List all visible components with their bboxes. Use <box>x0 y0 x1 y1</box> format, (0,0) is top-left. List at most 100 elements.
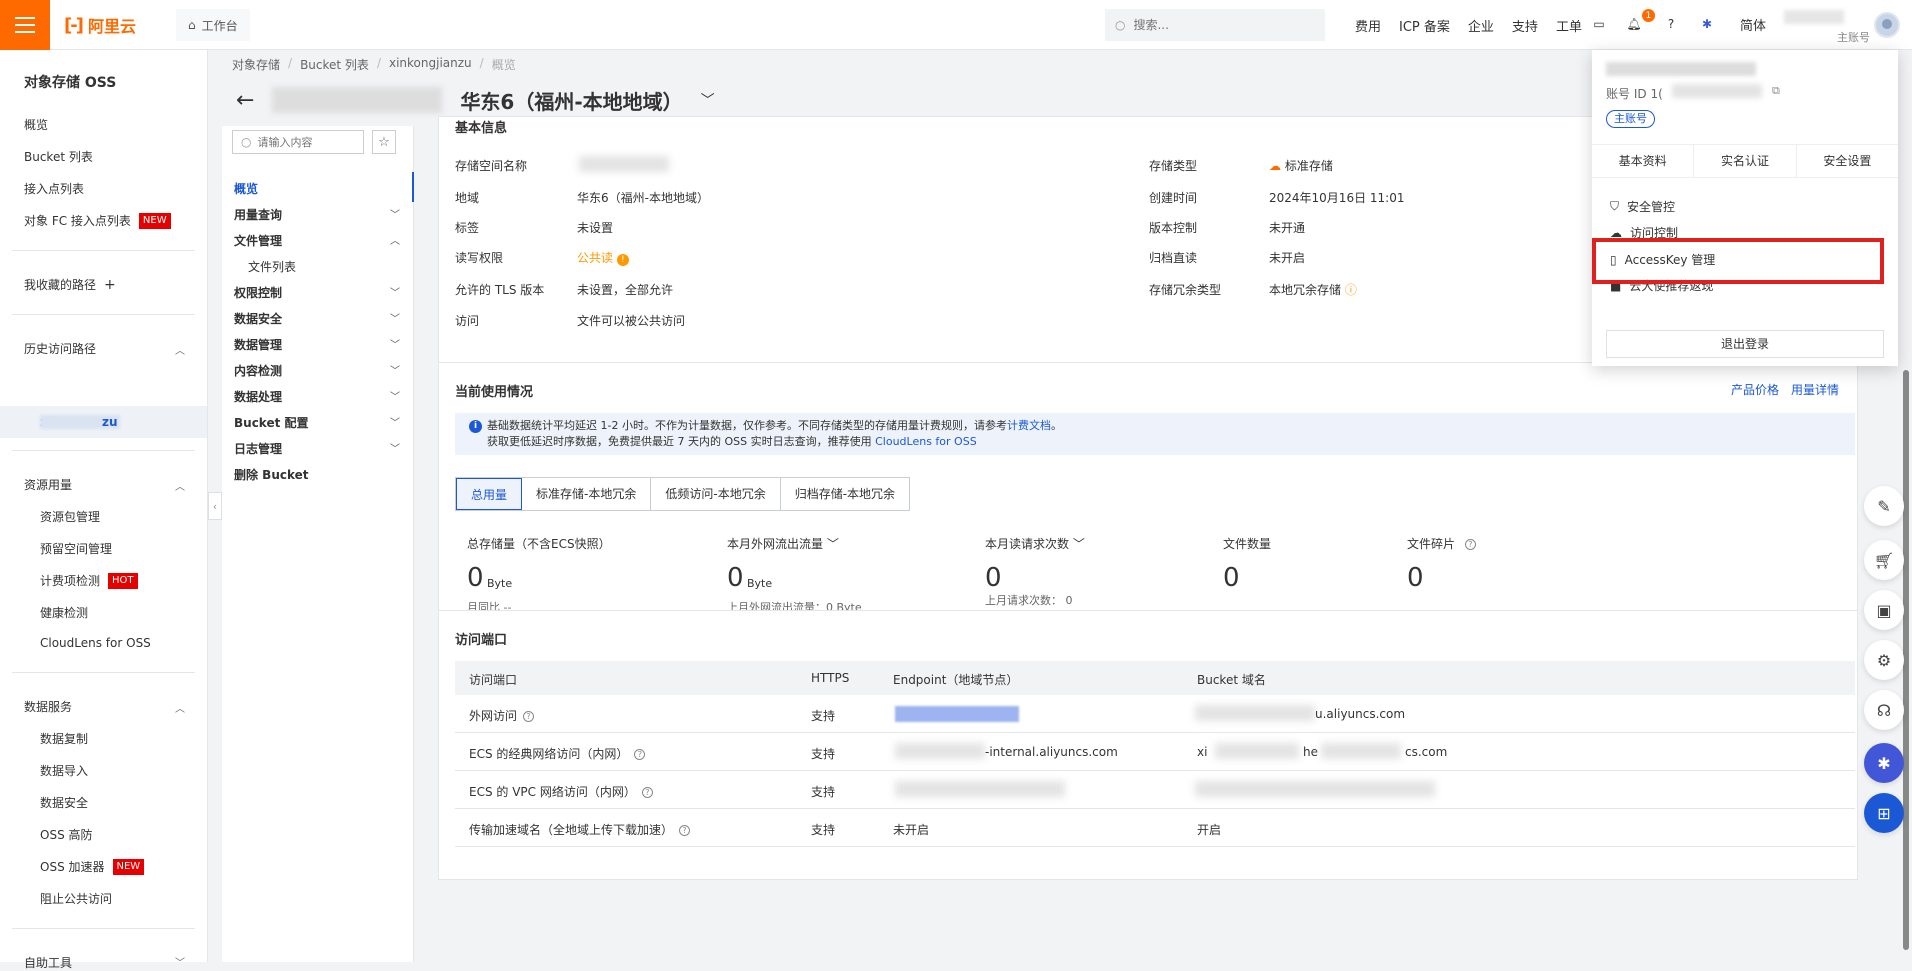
tab-standard[interactable]: 标准存储-本地冗余 <box>522 478 652 510</box>
breadcrumb-bucket[interactable]: xinkongjianzu <box>389 56 472 73</box>
sidebar-item-cloudlens[interactable]: CloudLens for OSS <box>40 636 151 650</box>
settings-icon[interactable]: ⚙ <box>1864 640 1904 680</box>
chevron-down-icon[interactable]: ﹀ <box>390 414 400 429</box>
bucket-menu-data-security[interactable]: 数据安全 <box>234 310 282 327</box>
breadcrumb-oss[interactable]: 对象存储 <box>232 56 280 73</box>
star-icon[interactable]: ☆ <box>372 130 396 154</box>
group-history[interactable]: 历史访问路径 <box>24 340 96 357</box>
menu-icon[interactable] <box>0 0 50 50</box>
back-arrow-icon[interactable]: ← <box>236 88 254 113</box>
cloudlens-link[interactable]: CloudLens for OSS <box>875 435 977 448</box>
usage-detail-link[interactable]: 用量详情 <box>1791 381 1839 398</box>
sidebar-item-reserved-space[interactable]: 预留空间管理 <box>40 540 112 557</box>
menu-security-control[interactable]: ⛉ 安全管控 <box>1610 198 1675 215</box>
question-icon[interactable]: ? <box>641 787 653 798</box>
chevron-down-icon[interactable]: ﹀ <box>1073 537 1085 551</box>
sidebar-item-access-points[interactable]: 接入点列表 <box>24 180 84 197</box>
nav-enterprise[interactable]: 企业 <box>1459 16 1503 35</box>
sidebar-item-health-check[interactable]: 健康检测 <box>40 604 88 621</box>
help-icon[interactable]: ? <box>1662 15 1680 33</box>
tab-archive[interactable]: 归档存储-本地冗余 <box>780 478 910 510</box>
assistant-icon[interactable]: ✱ <box>1698 15 1716 33</box>
sidebar-item-block-public[interactable]: 阻止公共访问 <box>40 890 112 907</box>
breadcrumb-bucket-list[interactable]: Bucket 列表 <box>300 56 369 73</box>
sidebar-item-favorites[interactable]: 我收藏的路径 + <box>24 276 116 293</box>
bucket-menu-data-management[interactable]: 数据管理 <box>234 336 282 353</box>
account-switch[interactable]: 主账号 <box>1778 6 1870 44</box>
sidebar-item-oss-ddos[interactable]: OSS 高防 <box>40 826 93 843</box>
tab-basic-info[interactable]: 基本资料 <box>1592 145 1695 177</box>
question-icon[interactable]: ? <box>1464 539 1476 550</box>
stat-requests-label[interactable]: 本月读请求次数 ﹀ <box>985 535 1085 552</box>
copy-icon[interactable]: ⧉ <box>1772 84 1780 98</box>
headset-icon[interactable]: ☊ <box>1864 690 1904 730</box>
sidebar-item-data-import[interactable]: 数据导入 <box>40 762 88 779</box>
sidebar-item-data-replication[interactable]: 数据复制 <box>40 730 88 747</box>
menu-search-input[interactable] <box>257 135 358 149</box>
nav-support[interactable]: 支持 <box>1503 16 1547 35</box>
chevron-down-icon[interactable]: ﹀ <box>390 440 400 455</box>
bell-icon[interactable]: 🔔︎ <box>1625 15 1643 33</box>
chevron-down-icon[interactable]: ﹀ <box>390 388 400 403</box>
chevron-down-icon[interactable]: ﹀ <box>390 336 400 351</box>
chevron-up-icon[interactable]: ︿ <box>175 342 185 357</box>
chevron-up-icon[interactable]: ︿ <box>390 232 400 247</box>
product-price-link[interactable]: 产品价格 <box>1731 381 1779 398</box>
search-box[interactable]: ○ <box>1105 9 1325 41</box>
bucket-menu-delete[interactable]: 删除 Bucket <box>234 466 309 483</box>
app-icon[interactable]: ▣ <box>1864 590 1904 630</box>
info-icon[interactable]: ⓘ <box>1345 283 1357 297</box>
row-endpoint[interactable]: -internal.aliyuncs.com <box>985 745 1118 759</box>
chevron-down-icon[interactable]: ﹀ <box>827 537 839 551</box>
row-domain[interactable]: cs.com <box>1405 745 1447 759</box>
endpoint-selected-blur[interactable] <box>895 706 1019 722</box>
tab-total[interactable]: 总用量 <box>456 478 523 510</box>
group-resource[interactable]: 资源用量 <box>24 476 72 493</box>
sidebar-item-bucket-list[interactable]: Bucket 列表 <box>24 148 93 165</box>
sidebar-item-overview[interactable]: 概览 <box>24 116 48 133</box>
chevron-down-icon[interactable]: ﹀ <box>390 362 400 377</box>
bucket-menu-permissions[interactable]: 权限控制 <box>234 284 282 301</box>
nav-icp[interactable]: ICP 备案 <box>1390 16 1459 35</box>
chevron-down-icon[interactable]: ﹀ <box>390 206 400 221</box>
language-switch[interactable]: 简体 <box>1738 15 1768 34</box>
tab-ia[interactable]: 低频访问-本地冗余 <box>651 478 781 510</box>
bucket-menu-data-processing[interactable]: 数据处理 <box>234 388 282 405</box>
chevron-down-icon[interactable]: ﹀ <box>390 310 400 325</box>
menu-search[interactable]: ○ <box>232 130 364 154</box>
sidebar-item-billing-check[interactable]: 计费项检测 HOT <box>40 572 138 589</box>
aliyun-logo[interactable]: [-] 阿里云 <box>64 14 136 37</box>
collapse-sidebar-button[interactable]: ‹ <box>208 492 222 520</box>
edit-icon[interactable]: ✎ <box>1864 486 1904 526</box>
billing-doc-link[interactable]: 计费文档 <box>1007 419 1051 432</box>
chevron-up-icon[interactable]: ︿ <box>175 700 185 715</box>
row-domain[interactable]: u.aliyuncs.com <box>1315 707 1405 721</box>
stat-outbound-label[interactable]: 本月外网流出流量 ﹀ <box>727 535 839 552</box>
bucket-menu-overview[interactable]: 概览 <box>234 180 258 197</box>
bucket-menu-logs[interactable]: 日志管理 <box>234 440 282 457</box>
tab-security-settings[interactable]: 安全设置 <box>1797 145 1898 177</box>
tab-real-name[interactable]: 实名认证 <box>1694 145 1797 177</box>
cart-icon[interactable]: 🛒︎ <box>1864 540 1904 580</box>
bucket-menu-files[interactable]: 文件管理 <box>234 232 282 249</box>
search-input[interactable] <box>1133 18 1314 32</box>
chevron-up-icon[interactable]: ︿ <box>175 478 185 493</box>
chevron-down-icon[interactable]: ﹀ <box>390 284 400 299</box>
chevron-down-icon[interactable]: ﹀ <box>701 90 715 110</box>
question-icon[interactable]: ? <box>634 749 646 760</box>
logout-button[interactable]: 退出登录 <box>1606 330 1884 358</box>
question-icon[interactable]: ? <box>679 825 691 836</box>
add-icon[interactable]: + <box>104 277 116 293</box>
sidebar-item-oss-accelerator[interactable]: OSS 加速器 NEW <box>40 858 145 875</box>
nav-fees[interactable]: 费用 <box>1346 16 1390 35</box>
enable-acceleration-link[interactable]: 开启 <box>1197 821 1221 838</box>
sidebar-item-fc-access-points[interactable]: 对象 FC 接入点列表 NEW <box>24 212 171 229</box>
terminal-icon[interactable]: ▭ <box>1590 15 1608 33</box>
avatar[interactable] <box>1874 12 1900 38</box>
bucket-menu-usage[interactable]: 用量查询 <box>234 206 282 223</box>
assistant-float-icon[interactable]: ✱ <box>1864 743 1904 783</box>
history-item-active[interactable]: xi zu <box>0 406 207 438</box>
workbench-button[interactable]: ⌂ 工作台 <box>176 9 250 41</box>
nav-ticket[interactable]: 工单 <box>1547 16 1591 35</box>
question-icon[interactable]: ? <box>523 711 535 722</box>
